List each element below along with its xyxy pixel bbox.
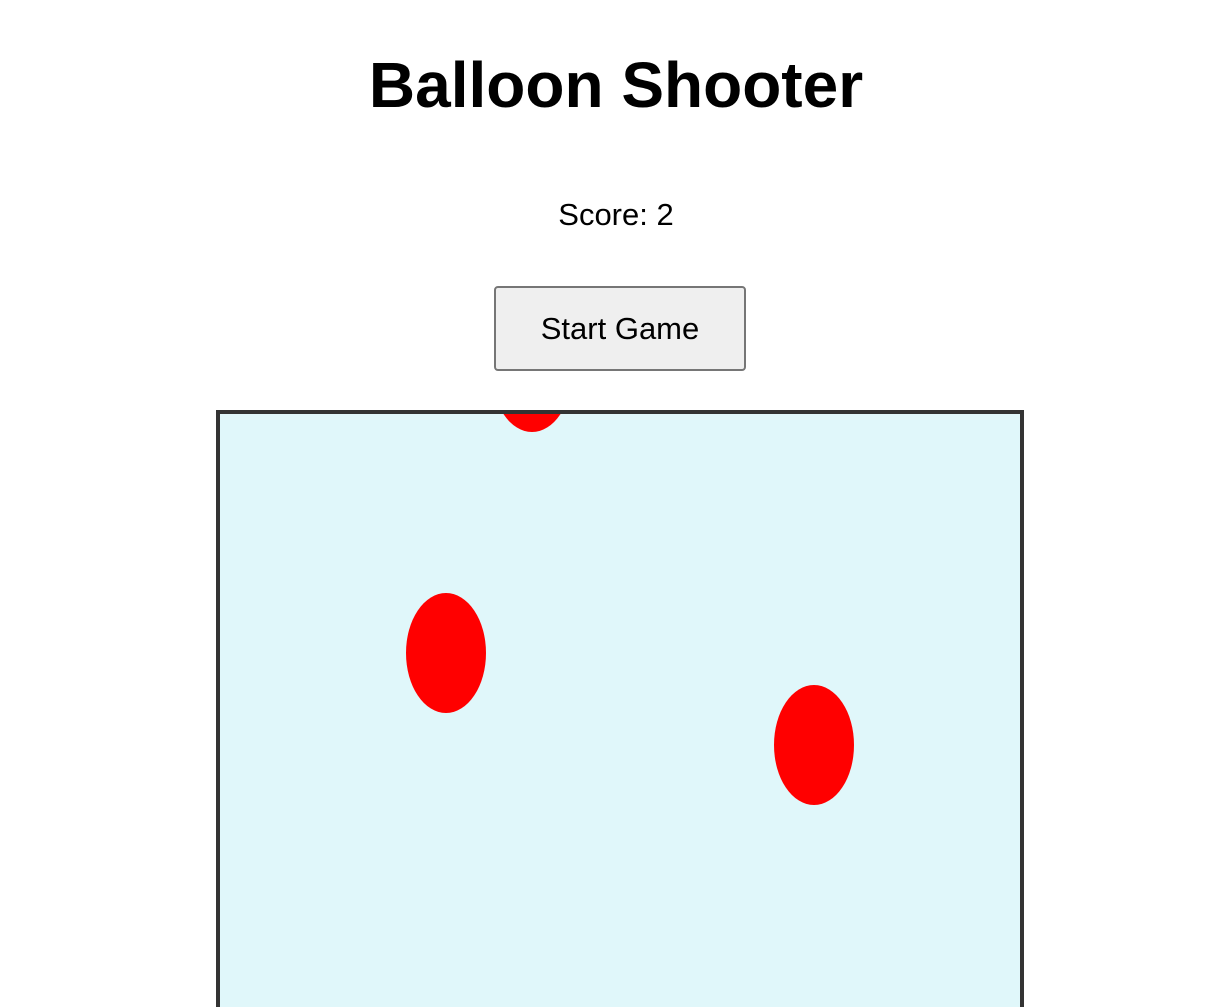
- balloon[interactable]: [492, 414, 572, 432]
- page-title: Balloon Shooter: [368, 49, 864, 121]
- balloon[interactable]: [406, 593, 486, 713]
- start-game-button[interactable]: Start Game: [494, 286, 746, 371]
- game-area[interactable]: [216, 410, 1024, 1007]
- page: Balloon Shooter Score: 2 Start Game: [0, 0, 1232, 1007]
- balloon[interactable]: [774, 685, 854, 805]
- score-display: Score: 2: [558, 197, 674, 232]
